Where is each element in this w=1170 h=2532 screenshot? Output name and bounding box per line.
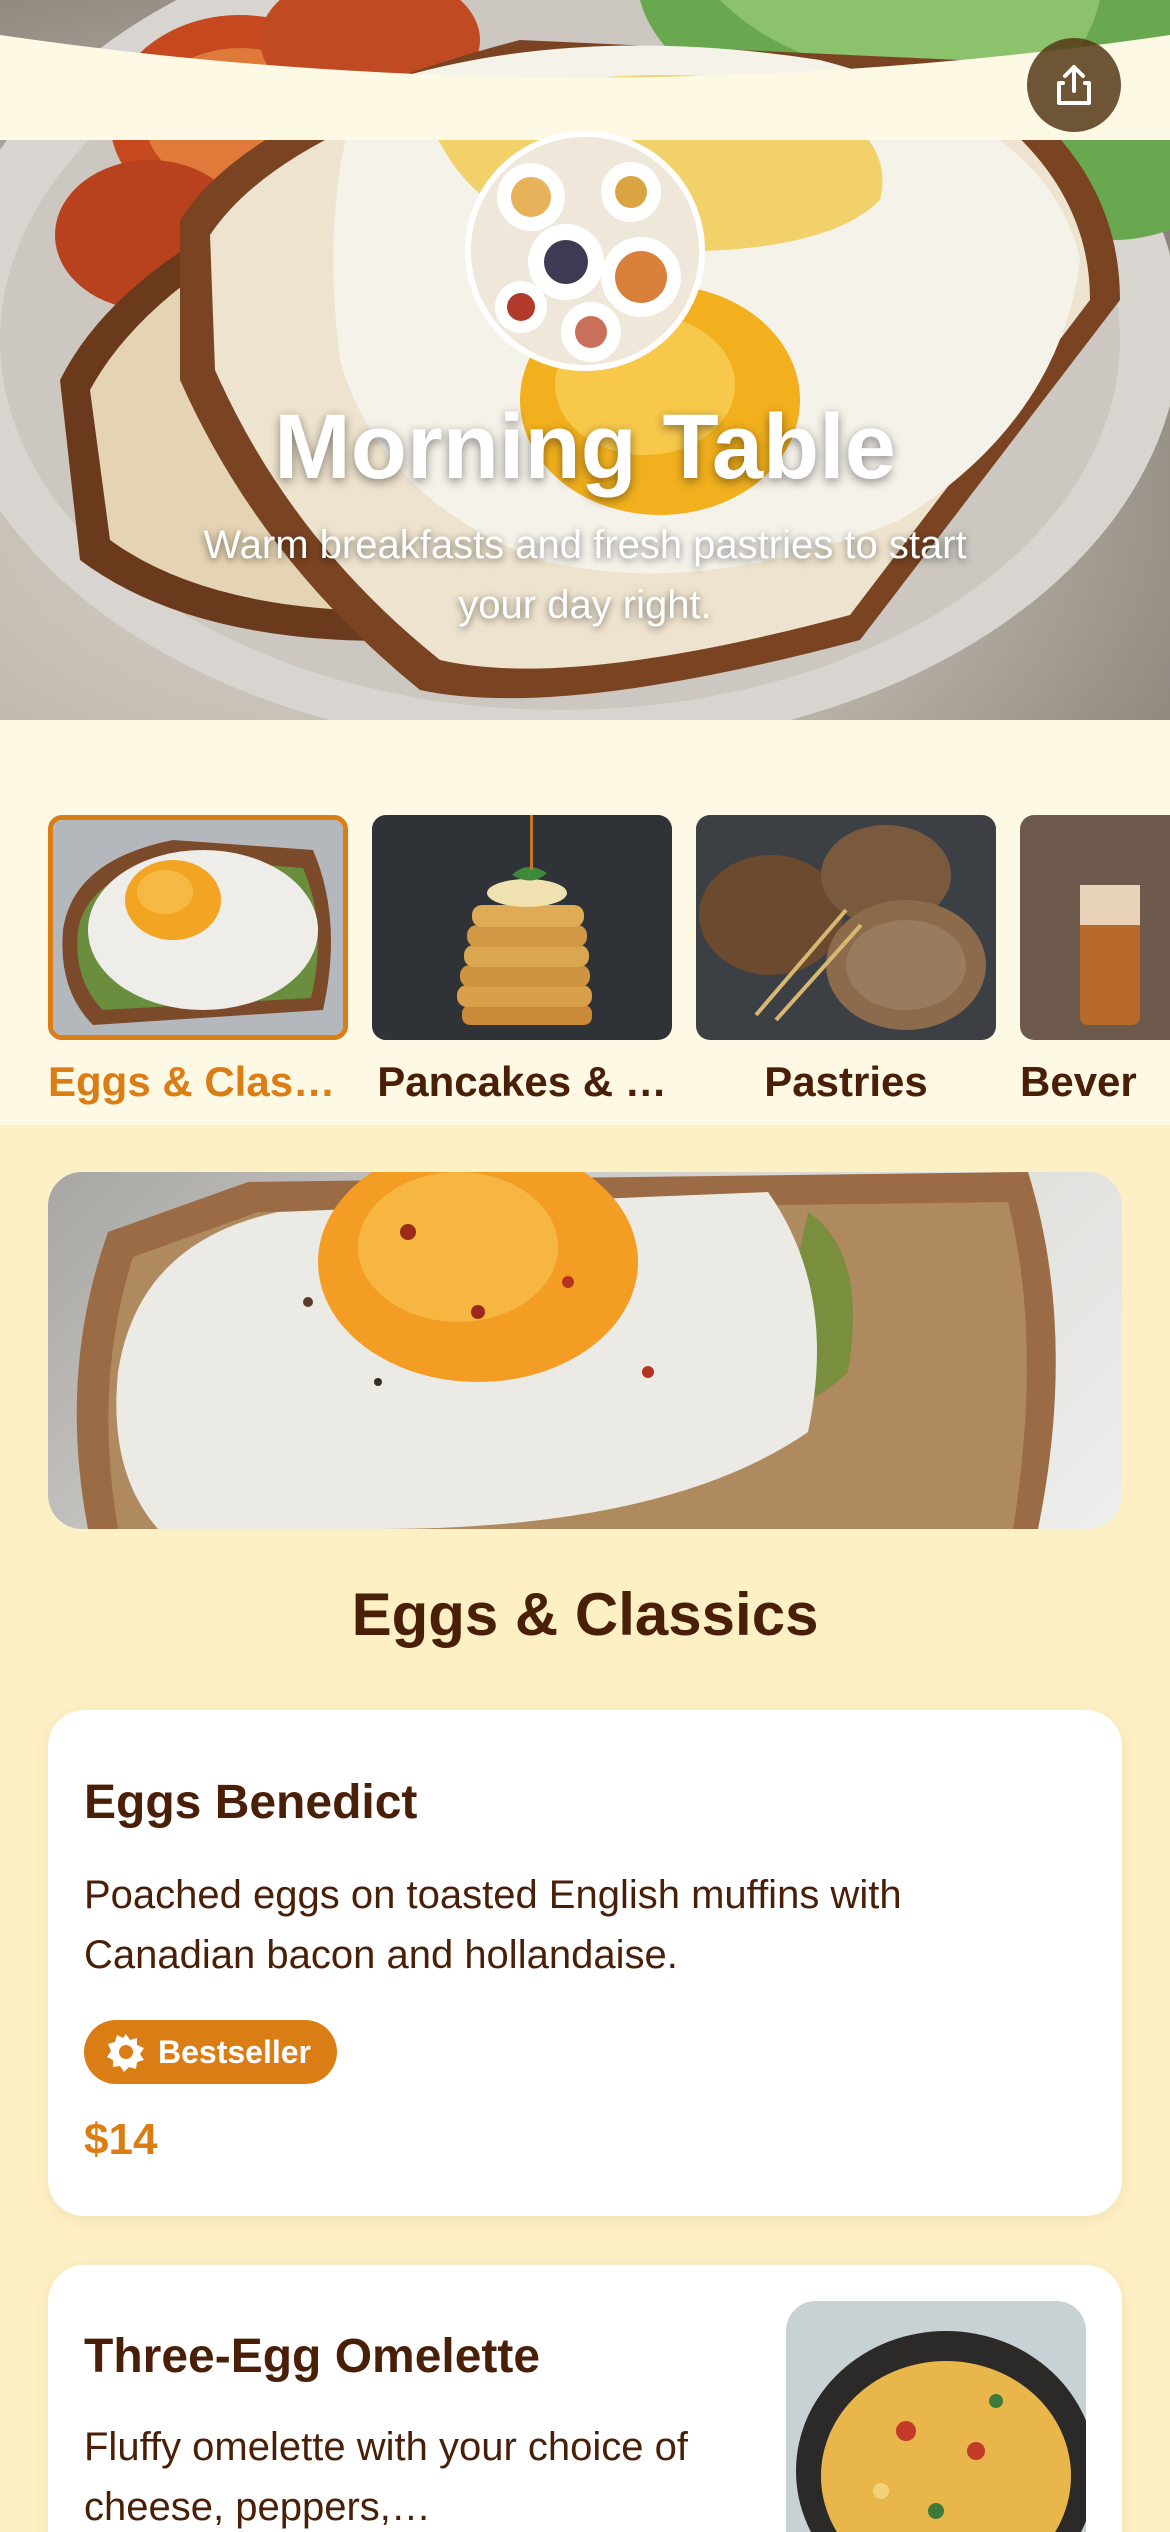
section-banner-image [48,1172,1122,1529]
star-badge-icon [107,2034,144,2072]
menu-item-name: Eggs Benedict [84,1776,418,1829]
category-pastries[interactable]: Pastries [696,815,996,1106]
category-thumb-pancakes [372,815,672,1040]
restaurant-avatar [465,131,705,371]
restaurant-tagline: Warm breakfasts and fresh pastries to st… [203,523,967,627]
category-eggs-classics[interactable]: Eggs & Clas… [48,815,348,1106]
menu-item-description: Poached eggs on toasted English muffins … [84,1873,902,1977]
share-button[interactable] [1027,38,1121,132]
category-thumb-beverages [1020,815,1170,1040]
category-label: Bever [1020,1058,1137,1105]
menu-item-card[interactable]: Eggs Benedict Poached eggs on toasted En… [48,1710,1122,2216]
restaurant-name: Morning Table [274,396,896,498]
bestseller-badge: Bestseller [84,2020,337,2084]
share-icon [1057,65,1091,105]
category-pancakes[interactable]: Pancakes & … [372,815,672,1106]
category-label: Eggs & Clas… [48,1058,336,1105]
category-thumb-eggs [48,815,348,1040]
menu-item-name: Three-Egg Omelette [84,2330,541,2383]
category-carousel[interactable]: Eggs & Clas… Pancakes & … Pastries Bever [0,760,1170,1125]
category-beverages[interactable]: Bever [1020,815,1170,1106]
menu-item-image [786,2301,1086,2532]
category-thumb-pastries [696,815,996,1040]
menu-item-card[interactable]: Three-Egg Omelette Fluffy omelette with … [48,2265,1122,2532]
category-label: Pancakes & … [377,1058,667,1105]
hero-header: Morning Table Warm breakfasts and fresh … [0,0,1170,760]
menu-page: Morning Table Warm breakfasts and fresh … [0,0,1170,2532]
category-label: Pastries [764,1058,928,1105]
menu-item-price: $14 [84,2115,158,2164]
badge-label: Bestseller [158,2033,311,2070]
section-title: Eggs & Classics [351,1581,819,1648]
menu-item-description: Fluffy omelette with your choice of chee… [84,2425,688,2529]
